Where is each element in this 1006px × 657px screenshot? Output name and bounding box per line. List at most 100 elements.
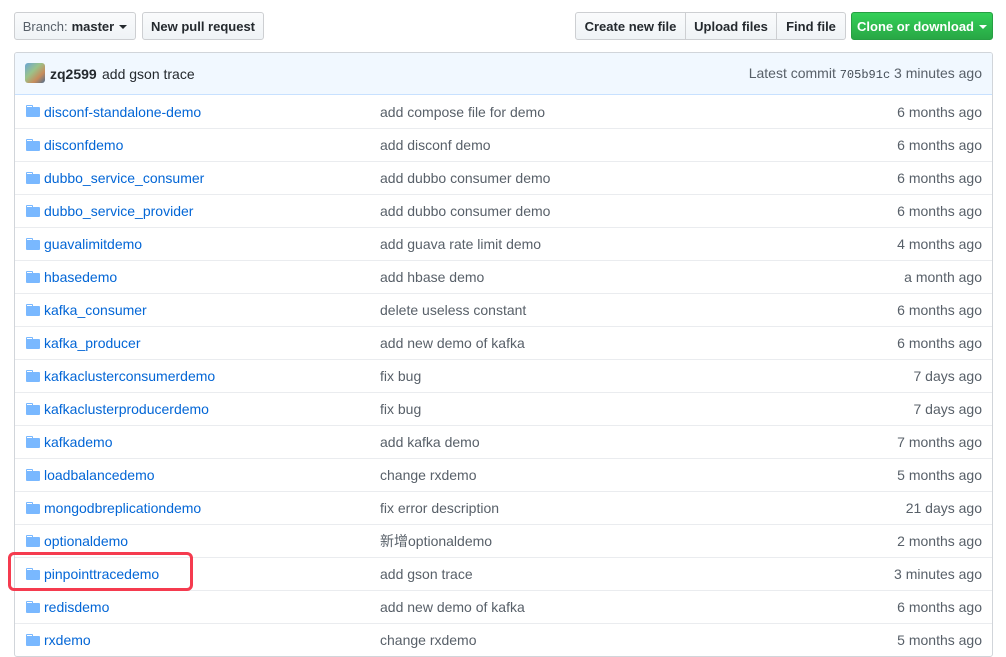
commit-age: a month ago xyxy=(904,269,982,285)
clone-or-download-label: Clone or download xyxy=(857,18,974,34)
latest-commit-label: Latest commit xyxy=(748,65,836,81)
file-name-link[interactable]: hbasedemo xyxy=(44,269,117,285)
commit-age: 7 days ago xyxy=(913,401,983,417)
file-name-link[interactable]: kafkademo xyxy=(44,434,112,450)
table-row: optionaldemo 新增optionaldemo 2 months ago xyxy=(15,524,992,557)
folder-icon xyxy=(26,271,40,283)
commit-sha[interactable]: 705b91c xyxy=(840,68,890,82)
upload-files-button[interactable]: Upload files xyxy=(685,12,777,40)
commit-message-link[interactable]: add new demo of kafka xyxy=(380,335,525,351)
file-name-link[interactable]: redisdemo xyxy=(44,599,109,615)
commit-age: 21 days ago xyxy=(905,500,982,516)
caret-down-icon xyxy=(119,25,128,29)
table-row: pinpointtracedemo add gson trace 3 minutes… xyxy=(15,557,992,590)
folder-icon xyxy=(26,601,40,613)
commit-message-link[interactable]: fix error description xyxy=(380,500,499,516)
new-pull-request-button[interactable]: New pull request xyxy=(142,12,264,40)
commit-message-link[interactable]: change rxdemo xyxy=(380,467,477,483)
caret-down-icon xyxy=(979,25,987,29)
folder-icon xyxy=(26,436,40,448)
file-name-link[interactable]: kafkaclusterconsumerdemo xyxy=(44,368,215,384)
file-name-link[interactable]: disconf-standalone-demo xyxy=(44,104,201,120)
file-list: disconf-standalone-demo add compose file … xyxy=(15,95,992,656)
folder-icon xyxy=(26,304,40,316)
latest-commit-info: Latest commit 705b91c 3 minutes ago xyxy=(749,65,982,82)
commit-age: 7 days ago xyxy=(913,368,983,384)
file-name-link[interactable]: dubbo_service_consumer xyxy=(44,170,204,186)
file-name-link[interactable]: dubbo_service_provider xyxy=(44,203,193,219)
table-row: kafka_consumer delete useless constant 6 m… xyxy=(15,293,992,326)
commit-message-link[interactable]: change rxdemo xyxy=(380,632,477,648)
file-name-link[interactable]: pinpointtracedemo xyxy=(44,566,159,582)
file-name-link[interactable]: optionaldemo xyxy=(44,533,128,549)
commit-message-link[interactable]: add hbase demo xyxy=(380,269,484,285)
commit-age: 6 months ago xyxy=(897,103,982,120)
table-row: dubbo_service_provider add dubbo consumer… xyxy=(15,194,992,227)
commit-message-link[interactable]: add dubbo consumer demo xyxy=(380,203,550,219)
commit-message-link[interactable]: add compose file for demo xyxy=(380,104,545,120)
latest-commit-bar: zq2599 add gson trace Latest commit 705b… xyxy=(15,53,992,95)
commit-age: 4 months ago xyxy=(897,236,982,252)
avatar[interactable] xyxy=(25,63,45,83)
find-file-button[interactable]: Find file xyxy=(776,12,846,40)
file-name-link[interactable]: guavalimitdemo xyxy=(44,236,142,252)
file-name-link[interactable]: loadbalancedemo xyxy=(44,467,155,483)
commit-message-link[interactable]: add disconf demo xyxy=(380,137,491,153)
branch-select-button[interactable]: Branch: master xyxy=(14,12,136,40)
table-row: kafkademo add kafka demo 7 months ago xyxy=(15,425,992,458)
commit-message-link[interactable]: delete useless constant xyxy=(380,302,526,318)
folder-icon xyxy=(26,238,40,250)
table-row: rxdemo change rxdemo 5 months ago xyxy=(15,623,992,656)
table-row: hbasedemo add hbase demo a month ago xyxy=(15,260,992,293)
folder-icon xyxy=(26,105,40,117)
commit-message-link[interactable]: fix bug xyxy=(380,368,421,384)
commit-message-link[interactable]: fix bug xyxy=(380,401,421,417)
commit-message-link[interactable]: add dubbo consumer demo xyxy=(380,170,550,186)
commit-age: 6 months ago xyxy=(897,335,982,351)
commit-age: 3 minutes ago xyxy=(894,566,982,582)
folder-icon xyxy=(26,403,40,415)
table-row: redisdemo add new demo of kafka 6 months a… xyxy=(15,590,992,623)
file-name-link[interactable]: kafkaclusterproducerdemo xyxy=(44,401,209,417)
branch-name: master xyxy=(71,18,115,34)
folder-icon xyxy=(26,634,40,646)
commit-age: 6 months ago xyxy=(897,137,982,153)
table-row: guavalimitdemo add guava rate limit demo 4… xyxy=(15,227,992,260)
commit-message-link[interactable]: add guava rate limit demo xyxy=(380,236,541,252)
table-row: loadbalancedemo change rxdemo 5 months ago xyxy=(15,458,992,491)
commit-message-link[interactable]: add kafka demo xyxy=(380,434,480,450)
table-row: kafkaclusterproducerdemo fix bug 7 days ag… xyxy=(15,392,992,425)
commit-message-link[interactable]: add new demo of kafka xyxy=(380,599,525,615)
table-row: dubbo_service_consumer add dubbo consumer… xyxy=(15,161,992,194)
branch-label: Branch: xyxy=(22,18,68,34)
table-row: disconfdemo add disconf demo 6 months ago xyxy=(15,128,992,161)
file-name-link[interactable]: rxdemo xyxy=(44,632,91,648)
commit-age: 5 months ago xyxy=(897,632,982,648)
table-row: kafka_producer add new demo of kafka 6 mon… xyxy=(15,326,992,359)
clone-or-download-button[interactable]: Clone or download xyxy=(851,12,993,40)
folder-icon xyxy=(26,139,40,151)
table-row: mongodbreplicationdemo fix error descript… xyxy=(15,491,992,524)
commit-age: 2 months ago xyxy=(897,533,982,549)
commit-message[interactable]: add gson trace xyxy=(102,66,195,82)
folder-icon xyxy=(26,337,40,349)
commit-age: 6 months ago xyxy=(897,203,982,219)
commit-message-link[interactable]: 新增optionaldemo xyxy=(380,531,492,551)
commit-age: 5 months ago xyxy=(897,467,982,483)
commit-author[interactable]: zq2599 xyxy=(50,66,97,82)
commit-message-link[interactable]: add gson trace xyxy=(380,566,473,582)
create-new-file-button[interactable]: Create new file xyxy=(575,12,686,40)
file-name-link[interactable]: kafka_producer xyxy=(44,335,141,351)
commit-age: 6 months ago xyxy=(897,599,982,615)
folder-icon xyxy=(26,370,40,382)
folder-icon xyxy=(26,568,40,580)
table-row: disconf-standalone-demo add compose file … xyxy=(15,95,992,128)
commit-age: 7 months ago xyxy=(897,434,982,450)
file-name-link[interactable]: mongodbreplicationdemo xyxy=(44,500,201,516)
file-name-link[interactable]: kafka_consumer xyxy=(44,302,147,318)
commit-age: 6 months ago xyxy=(897,302,982,318)
file-table: zq2599 add gson trace Latest commit 705b… xyxy=(14,52,993,657)
folder-icon xyxy=(26,172,40,184)
folder-icon xyxy=(26,205,40,217)
file-name-link[interactable]: disconfdemo xyxy=(44,137,123,153)
